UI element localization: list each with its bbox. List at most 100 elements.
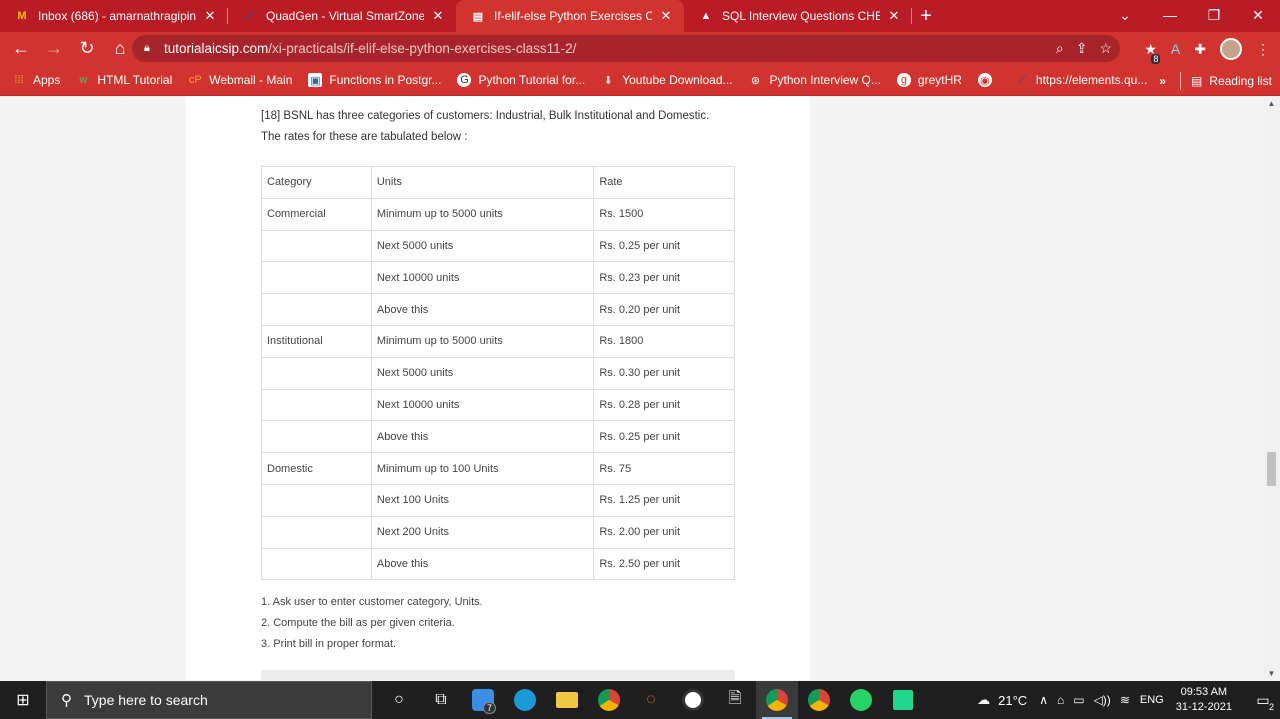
table-header-row: Category Units Rate [261,166,735,199]
search-icon: ⚲ [61,692,72,709]
close-icon[interactable]: ✕ [202,8,218,24]
temperature: 21°C [998,692,1028,708]
table-row: Next 10000 units Rs. 0.28 per unit [261,388,735,422]
rates-table-body: Category Units Rate Commercial Minimum up… [261,166,735,581]
tab-search-icon[interactable]: ⌄ [1102,0,1148,30]
pycharm-app-icon[interactable] [882,681,924,719]
cloud-icon: ☁ [977,692,991,707]
tab-gmail[interactable]: M Inbox (686) - amarnathragipindi@ ✕ [0,0,228,32]
extension-a-icon[interactable]: A [1171,41,1180,57]
table-cell: Rs. 0.28 per unit [593,388,735,422]
quadgen-icon: ⟋ [246,9,254,22]
meet-now-icon[interactable]: ⌂ [1057,693,1064,707]
extensions-area: ★ 8 A ✚ ⋮ [1144,38,1270,64]
table-cell: Rs. 1.25 per unit [593,483,735,517]
chrome-profile-2-app-icon[interactable] [798,681,840,719]
clock-time: 09:53 AM [1180,686,1228,698]
forward-button[interactable]: → [39,34,69,64]
menu-icon[interactable]: ⋮ [1256,41,1270,58]
new-tab-button[interactable]: + [912,0,940,32]
tab-sql-interview[interactable]: ▲ SQL Interview Questions CHEAT S ✕ [684,0,912,32]
address-bar[interactable]: 🔒︎ tutorialaicsip.com/xi-practicals/if-e… [132,35,1120,62]
bookmark-youtube-download[interactable]: ⬇ Youtube Download... [593,68,740,92]
cortana-icon[interactable]: ○ [378,681,420,719]
chrome-app-icon[interactable] [588,681,630,719]
table-cell [261,547,372,581]
chrome-profile-app-icon[interactable] [756,681,798,719]
weather-widget[interactable]: ☁ 21°C [977,692,1027,708]
table-cell: Rs. 0.30 per unit [593,356,735,390]
restore-button[interactable]: ❐ [1192,0,1236,30]
bookmark-apps[interactable]: ⁞⁞⁞ Apps [4,68,68,92]
close-icon[interactable]: ✕ [430,8,446,24]
clock[interactable]: 09:53 AM 31-12-2021 [1176,685,1232,715]
table-cell: Rs. 2.50 per unit [593,547,735,581]
share-icon[interactable]: ⇪ [1076,40,1088,57]
close-icon[interactable]: ✕ [658,8,674,24]
bookmark-label: https://elements.qu... [1035,73,1148,87]
notification-center-button[interactable]: ▭ 2 [1246,681,1280,719]
browser-toolbar: ← → ↻ ⌂ 🔒︎ tutorialaicsip.com/xi-practic… [0,32,1280,65]
bookmark-globe[interactable]: ◉ [970,68,1007,92]
tab-quadgen[interactable]: ⟋ QuadGen - Virtual SmartZone - H ✕ [228,0,456,32]
postgres-icon: ▣ [308,73,323,87]
edge-icon [514,689,536,711]
home-button[interactable]: ⌂ [105,34,135,64]
more-bookmarks-button[interactable]: » [1159,74,1166,88]
notification-count: 2 [1268,702,1274,712]
loading-app-icon[interactable]: ◌ [630,681,672,719]
reading-list-button[interactable]: Reading list [1209,74,1272,88]
wifi-icon[interactable]: ≋ [1120,693,1130,707]
reload-button[interactable]: ↻ [72,34,102,64]
table-cell: Rs. 0.25 per unit [593,420,735,454]
table-cell: Next 5000 units [370,356,595,390]
table-header-cell: Units [370,166,595,199]
bookmark-html-tutorial[interactable]: w HTML Tutorial [68,68,180,92]
extension-star-icon[interactable]: ★ 8 [1144,41,1161,64]
scroll-up-arrow-icon[interactable]: ▲ [1263,96,1280,110]
soccer-app-icon[interactable] [672,681,714,719]
table-cell: Institutional [261,324,372,358]
mail-app-icon[interactable]: 7 [462,681,504,719]
minimize-button[interactable]: — [1148,0,1192,30]
file-explorer-app-icon[interactable] [546,681,588,719]
language-indicator[interactable]: ENG [1140,694,1164,706]
page-scrollbar[interactable]: ▲ ▼ [1263,96,1280,680]
volume-icon[interactable]: ◁)) [1094,693,1111,707]
taskbar-search-box[interactable]: ⚲ Type here to search [46,681,372,719]
close-window-button[interactable]: ✕ [1236,0,1280,30]
bookmark-postgres[interactable]: ▣ Functions in Postgr... [300,68,449,92]
bookmark-greythr[interactable]: g greytHR [889,68,970,92]
sql-icon: ▲ [700,10,712,22]
bookmark-star-icon[interactable]: ☆ [1099,40,1112,57]
avatar[interactable] [1220,38,1242,60]
table-cell: Next 10000 units [370,261,595,295]
scroll-down-arrow-icon[interactable]: ▼ [1263,666,1280,680]
back-button[interactable]: ← [6,34,36,64]
scrollbar-thumb[interactable] [1267,452,1276,486]
bookmark-python-tutorial[interactable]: G Python Tutorial for... [449,68,593,92]
zoom-icon[interactable]: ⌕ [1056,40,1064,57]
step-item: 1. Ask user to enter customer category, … [261,596,483,608]
whatsapp-app-icon[interactable] [840,681,882,719]
table-cell: Rs. 0.25 per unit [593,229,735,263]
mail-badge: 7 [482,702,496,714]
table-cell: Next 5000 units [370,229,595,263]
extensions-puzzle-icon[interactable]: ✚ [1194,41,1206,58]
chevron-up-icon[interactable]: ∧ [1039,693,1048,707]
folder-icon [556,692,578,708]
close-icon[interactable]: ✕ [886,8,902,24]
edge-app-icon[interactable] [504,681,546,719]
page-viewport: [18] BSNL has three categories of custom… [0,96,1280,680]
task-view-icon[interactable]: ⧉ [420,681,462,719]
bookmark-webmail[interactable]: cP Webmail - Main [180,68,300,92]
windows-start-button[interactable]: ⊞ [0,681,46,719]
tab-python-exercises[interactable]: ▤ If-elif-else Python Exercises Class ✕ [456,0,684,32]
tab-title: Inbox (686) - amarnathragipindi@ [38,9,196,23]
table-cell: Next 10000 units [370,388,595,422]
bookmark-python-interview[interactable]: ⊛ Python Interview Q... [741,68,889,92]
bookmark-elements[interactable]: ⟋ https://elements.qu... [1007,68,1155,92]
lock-icon[interactable]: 🔒︎ [144,42,156,55]
files-app-icon[interactable]: 🗎︎ [714,681,756,719]
battery-icon[interactable]: ▭ [1073,693,1084,707]
